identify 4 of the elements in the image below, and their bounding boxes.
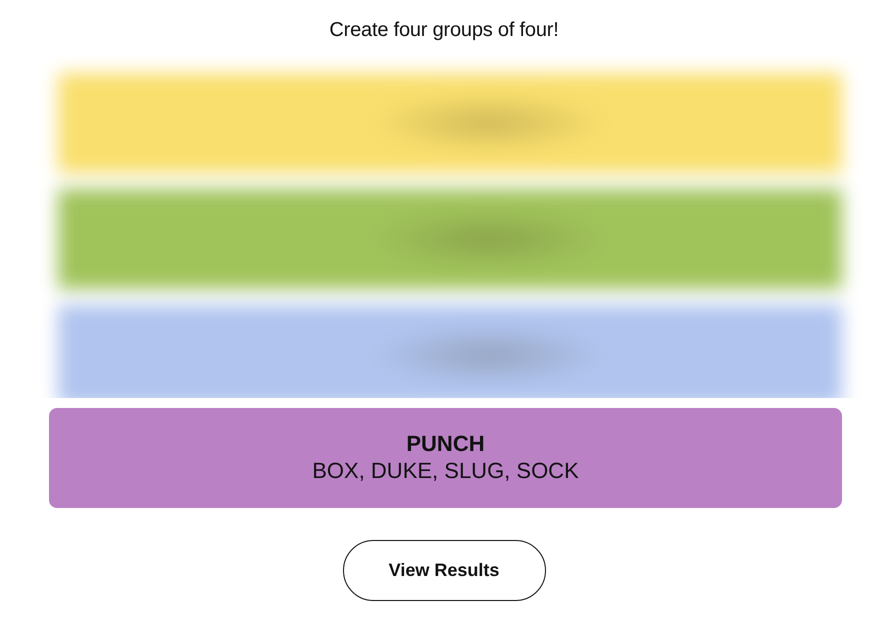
view-results-button[interactable]: View Results bbox=[342, 540, 546, 601]
instruction-text: Create four groups of four! bbox=[328, 18, 560, 43]
group-title: PUNCH bbox=[406, 431, 485, 457]
group-words: BOX, DUKE, SLUG, SOCK bbox=[312, 457, 579, 485]
